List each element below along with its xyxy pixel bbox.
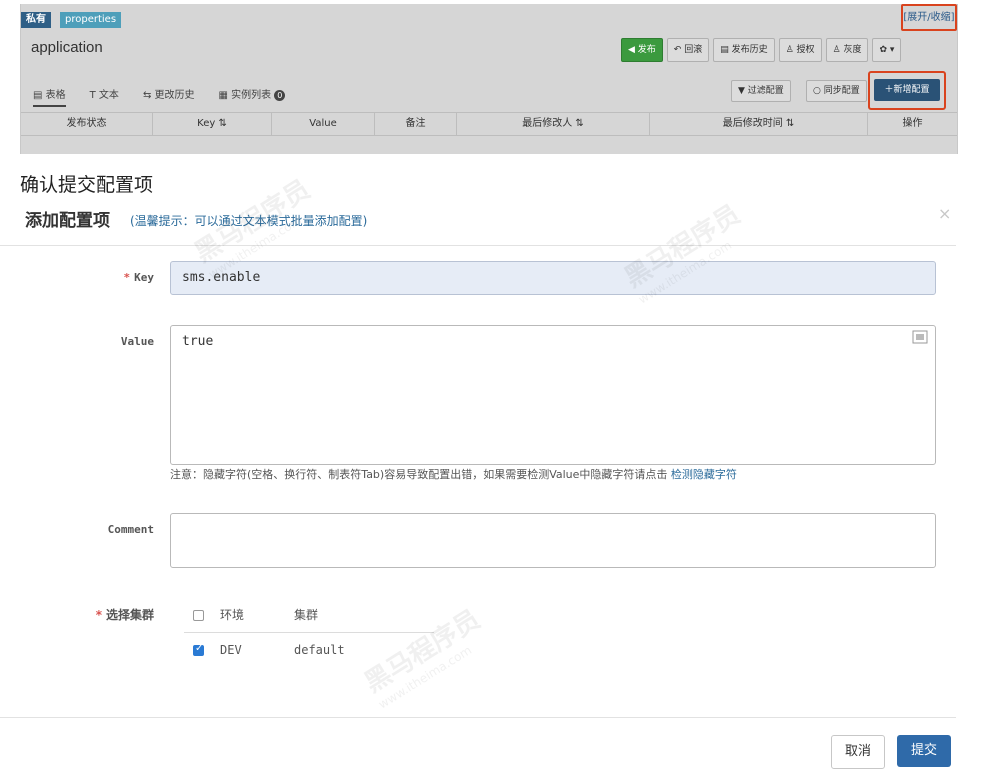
key-label: * Key bbox=[123, 271, 155, 284]
cluster-table: 环境 集群 DEV default bbox=[184, 600, 434, 667]
confirm-heading: 确认提交配置项 bbox=[20, 174, 154, 196]
format-tag: properties bbox=[60, 12, 122, 28]
detect-hidden-chars-link[interactable]: 检测隐藏字符 bbox=[671, 468, 737, 481]
col-value: Value bbox=[272, 113, 375, 135]
fullscreen-icon[interactable] bbox=[912, 330, 928, 344]
col-publish-status: 发布状态 bbox=[21, 113, 153, 135]
authorize-button[interactable]: ♙ 授权 bbox=[778, 38, 822, 62]
col-key[interactable]: Key ⇅ bbox=[153, 113, 272, 135]
publish-button[interactable]: ◀ 发布 bbox=[621, 38, 663, 62]
select-all-checkbox[interactable] bbox=[193, 610, 204, 621]
col-modified-time[interactable]: 最后修改时间 ⇅ bbox=[650, 113, 868, 135]
cancel-button[interactable]: 取消 bbox=[831, 735, 885, 769]
settings-dropdown-button[interactable]: ✿ ▾ bbox=[872, 38, 902, 62]
env-header: 环境 bbox=[220, 608, 245, 622]
gray-release-button[interactable]: ♙ 灰度 bbox=[825, 38, 869, 62]
tab-text[interactable]: T 文本 bbox=[90, 86, 119, 107]
publish-history-button[interactable]: ▤ 发布历史 bbox=[713, 38, 775, 62]
filter-config-button[interactable]: ▼ 过滤配置 bbox=[731, 80, 791, 102]
col-comment: 备注 bbox=[375, 113, 457, 135]
app-name: application bbox=[31, 39, 103, 56]
cluster-table-header: 环境 集群 bbox=[184, 600, 434, 633]
close-icon[interactable]: × bbox=[938, 204, 951, 223]
view-tabs: ▤ 表格 T 文本 ⇆ 更改历史 ▦ 实例列表 0 bbox=[33, 86, 286, 107]
cluster-row[interactable]: DEV default bbox=[184, 633, 434, 667]
submit-button[interactable]: 提交 bbox=[897, 735, 951, 767]
hidden-char-note: 注意：隐藏字符(空格、换行符、制表符Tab)容易导致配置出错，如果需要检测Val… bbox=[170, 468, 737, 481]
header-divider bbox=[0, 245, 956, 246]
col-modifier[interactable]: 最后修改人 ⇅ bbox=[457, 113, 650, 135]
config-table-header: 发布状态 Key ⇅ Value 备注 最后修改人 ⇅ 最后修改时间 ⇅ 操作 bbox=[21, 112, 957, 136]
private-tag: 私有 bbox=[21, 12, 51, 28]
rollback-button[interactable]: ↶ 回滚 bbox=[666, 38, 710, 62]
modal-tip: (温馨提示：可以通过文本模式批量添加配置) bbox=[130, 214, 368, 228]
col-actions: 操作 bbox=[902, 118, 923, 129]
expand-collapse-toggle[interactable]: [展开/收缩] bbox=[901, 4, 957, 31]
tab-table[interactable]: ▤ 表格 bbox=[33, 86, 66, 107]
footer-divider bbox=[0, 717, 956, 718]
instance-count-badge: 0 bbox=[274, 90, 286, 101]
add-config-highlight: ＋新增配置 bbox=[868, 71, 946, 110]
value-textarea[interactable]: true bbox=[170, 325, 936, 465]
cluster-name: default bbox=[294, 643, 345, 657]
comment-label: Comment bbox=[107, 523, 154, 536]
sync-config-button[interactable]: ○ 同步配置 bbox=[806, 80, 867, 102]
cluster-checkbox[interactable] bbox=[193, 643, 204, 656]
tab-instances[interactable]: ▦ 实例列表 0 bbox=[219, 86, 286, 107]
cluster-env: DEV bbox=[220, 643, 242, 657]
cluster-header: 集群 bbox=[294, 608, 319, 622]
modal-title: 添加配置项 bbox=[25, 211, 110, 231]
comment-textarea[interactable] bbox=[170, 513, 936, 568]
tab-change-history[interactable]: ⇆ 更改历史 bbox=[143, 86, 195, 107]
cluster-label: * 选择集群 bbox=[95, 608, 154, 622]
namespace-panel: 私有 properties [展开/收缩] application ◀ 发布 ↶… bbox=[20, 4, 958, 154]
add-config-button[interactable]: ＋新增配置 bbox=[874, 79, 940, 101]
key-input[interactable]: sms.enable bbox=[170, 261, 936, 295]
value-label: Value bbox=[120, 335, 154, 348]
namespace-toolbar: ◀ 发布 ↶ 回滚 ▤ 发布历史 ♙ 授权 ♙ 灰度 ✿ ▾ bbox=[621, 38, 902, 62]
tab-instances-label: ▦ 实例列表 bbox=[218, 90, 272, 101]
